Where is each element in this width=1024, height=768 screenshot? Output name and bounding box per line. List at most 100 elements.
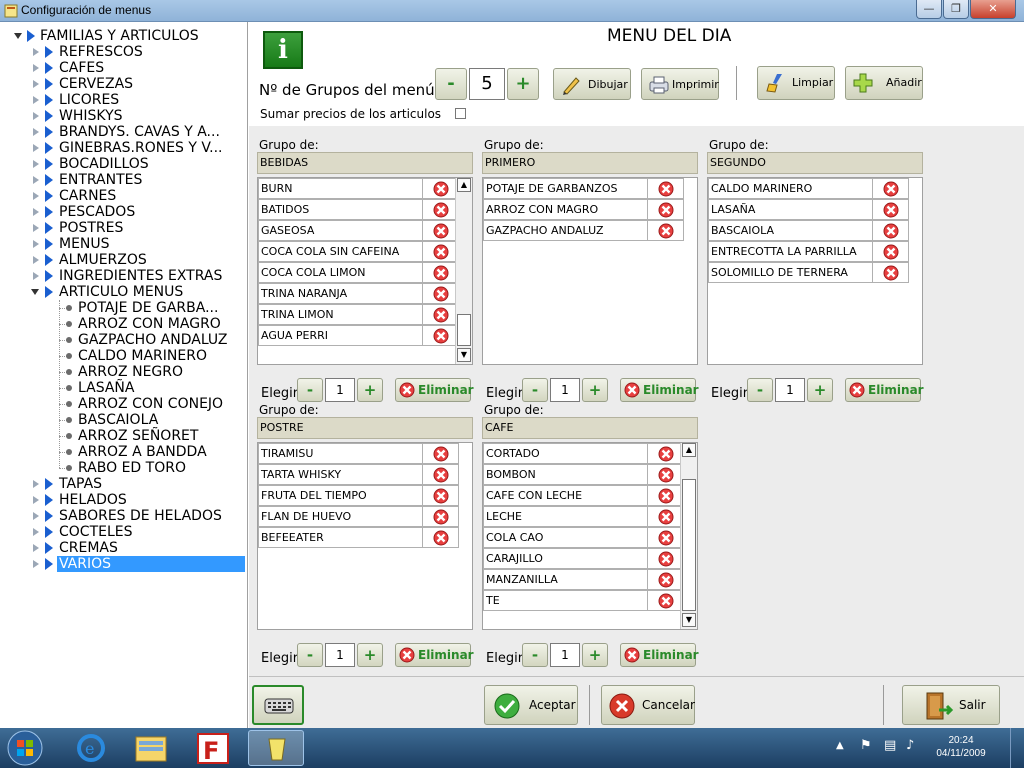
item-name[interactable]: ARROZ CON MAGRO: [483, 199, 648, 220]
scroll-down-arrow-icon[interactable]: ▼: [682, 613, 696, 627]
delete-item-button[interactable]: [423, 283, 459, 304]
delete-item-button[interactable]: [648, 464, 684, 485]
list-item[interactable]: GASEOSA: [258, 220, 459, 241]
imprimir-button[interactable]: Imprimir: [641, 68, 719, 100]
item-name[interactable]: CARAJILLO: [483, 548, 648, 569]
expand-icon[interactable]: [33, 128, 39, 136]
elegir-decrement-button[interactable]: -: [297, 643, 323, 667]
tree-article-item[interactable]: ARROZ A BANDDA: [78, 444, 207, 460]
expand-icon[interactable]: [33, 560, 39, 568]
item-name[interactable]: AGUA PERRI: [258, 325, 423, 346]
item-name[interactable]: BURN: [258, 178, 423, 199]
elegir-count-field[interactable]: 1: [550, 643, 580, 667]
elegir-increment-button[interactable]: +: [582, 643, 608, 667]
delete-item-button[interactable]: [423, 304, 459, 325]
salir-button[interactable]: Salir: [902, 685, 1000, 725]
delete-item-button[interactable]: [648, 506, 684, 527]
eliminar-group-button[interactable]: Eliminar: [620, 643, 699, 667]
elegir-count-field[interactable]: 1: [325, 378, 355, 402]
list-item[interactable]: TE: [483, 590, 684, 611]
item-name[interactable]: BOMBON: [483, 464, 648, 485]
tree-family-item[interactable]: COCTELES: [59, 524, 133, 540]
list-item[interactable]: MANZANILLA: [483, 569, 684, 590]
tree-article-item[interactable]: CALDO MARINERO: [78, 348, 207, 364]
eliminar-group-button[interactable]: Eliminar: [395, 378, 474, 402]
list-item[interactable]: POTAJE DE GARBANZOS: [483, 178, 684, 199]
list-item[interactable]: GAZPACHO ANDALUZ: [483, 220, 684, 241]
family-tree[interactable]: FAMILIAS Y ARTICULOS REFRESCOS CAFES CERVEZ…: [0, 22, 248, 728]
item-name[interactable]: LECHE: [483, 506, 648, 527]
expand-icon[interactable]: [33, 256, 39, 264]
list-item[interactable]: ARROZ CON MAGRO: [483, 199, 684, 220]
start-button[interactable]: [6, 729, 44, 767]
expand-icon[interactable]: [33, 544, 39, 552]
tree-family-item[interactable]: REFRESCOS: [59, 44, 143, 60]
delete-item-button[interactable]: [423, 262, 459, 283]
tree-article-item[interactable]: GAZPACHO ANDALUZ: [78, 332, 228, 348]
expand-icon[interactable]: [33, 240, 39, 248]
tree-article-item[interactable]: POTAJE DE GARBA...: [78, 300, 218, 316]
group-name-field[interactable]: POSTRE: [257, 417, 473, 439]
scroll-up-arrow-icon[interactable]: ▲: [682, 443, 696, 457]
item-name[interactable]: COCA COLA LIMON: [258, 262, 423, 283]
elegir-decrement-button[interactable]: -: [522, 643, 548, 667]
keyboard-button[interactable]: [252, 685, 304, 725]
list-item[interactable]: CALDO MARINERO: [708, 178, 909, 199]
minimize-button[interactable]: —: [916, 0, 942, 19]
expand-icon[interactable]: [33, 224, 39, 232]
group-items-list[interactable]: TIRAMISU TARTA WHISKY FRUTA DEL TIEMPO FLAN…: [257, 442, 473, 630]
item-name[interactable]: MANZANILLA: [483, 569, 648, 590]
delete-item-button[interactable]: [423, 220, 459, 241]
delete-item-button[interactable]: [423, 506, 459, 527]
expand-icon[interactable]: [33, 80, 39, 88]
tree-family-item[interactable]: CERVEZAS: [59, 76, 133, 92]
tree-family-item[interactable]: MENUS: [59, 236, 110, 252]
list-item[interactable]: CARAJILLO: [483, 548, 684, 569]
list-item[interactable]: FRUTA DEL TIEMPO: [258, 485, 459, 506]
limpiar-button[interactable]: Limpiar: [757, 66, 835, 100]
item-name[interactable]: FLAN DE HUEVO: [258, 506, 423, 527]
elegir-increment-button[interactable]: +: [807, 378, 833, 402]
expand-icon[interactable]: [33, 480, 39, 488]
elegir-decrement-button[interactable]: -: [747, 378, 773, 402]
tree-article-item[interactable]: LASAÑA: [78, 380, 134, 396]
expand-icon[interactable]: [33, 208, 39, 216]
group-name-field[interactable]: CAFE: [482, 417, 698, 439]
tree-article-item[interactable]: ARROZ NEGRO: [78, 364, 183, 380]
item-name[interactable]: TRINA NARANJA: [258, 283, 423, 304]
item-name[interactable]: LASAÑA: [708, 199, 873, 220]
tree-family-item[interactable]: ARTICULO MENUS: [59, 284, 183, 300]
item-name[interactable]: BATIDOS: [258, 199, 423, 220]
tree-family-item[interactable]: BRANDYS. CAVAS Y A...: [59, 124, 220, 140]
list-item[interactable]: COCA COLA SIN CAFEINA: [258, 241, 459, 262]
expand-icon[interactable]: [33, 496, 39, 504]
scroll-up-arrow-icon[interactable]: ▲: [457, 178, 471, 192]
item-name[interactable]: CALDO MARINERO: [708, 178, 873, 199]
group-name-field[interactable]: PRIMERO: [482, 152, 698, 174]
group-name-field[interactable]: SEGUNDO: [707, 152, 923, 174]
item-name[interactable]: BEFEEATER: [258, 527, 423, 548]
group-items-list[interactable]: CORTADO BOMBON CAFE CON LECHE LECHE COLA CAO…: [482, 442, 698, 630]
expand-icon[interactable]: [33, 48, 39, 56]
item-name[interactable]: GAZPACHO ANDALUZ: [483, 220, 648, 241]
delete-item-button[interactable]: [873, 199, 909, 220]
delete-item-button[interactable]: [648, 199, 684, 220]
active-app-task[interactable]: [248, 730, 304, 766]
tray-arrow-icon[interactable]: ▲: [836, 740, 844, 751]
item-name[interactable]: ENTRECOTTA LA PARRILLA: [708, 241, 873, 262]
item-name[interactable]: POTAJE DE GARBANZOS: [483, 178, 648, 199]
clock[interactable]: 20:24 04/11/2009: [931, 734, 991, 760]
scrollbar[interactable]: ▲ ▼: [680, 443, 697, 629]
expand-icon[interactable]: [33, 528, 39, 536]
expand-icon[interactable]: [33, 64, 39, 72]
expand-icon[interactable]: [33, 512, 39, 520]
tree-article-item[interactable]: RABO ED TORO: [78, 460, 186, 476]
tree-family-item[interactable]: ENTRANTES: [59, 172, 142, 188]
dibujar-button[interactable]: Dibujar: [553, 68, 631, 100]
tree-family-item[interactable]: LICORES: [59, 92, 119, 108]
delete-item-button[interactable]: [423, 241, 459, 262]
delete-item-button[interactable]: [873, 262, 909, 283]
tree-family-item[interactable]: HELADOS: [59, 492, 127, 508]
tree-article-item[interactable]: ARROZ CON MAGRO: [78, 316, 221, 332]
list-item[interactable]: TARTA WHISKY: [258, 464, 459, 485]
